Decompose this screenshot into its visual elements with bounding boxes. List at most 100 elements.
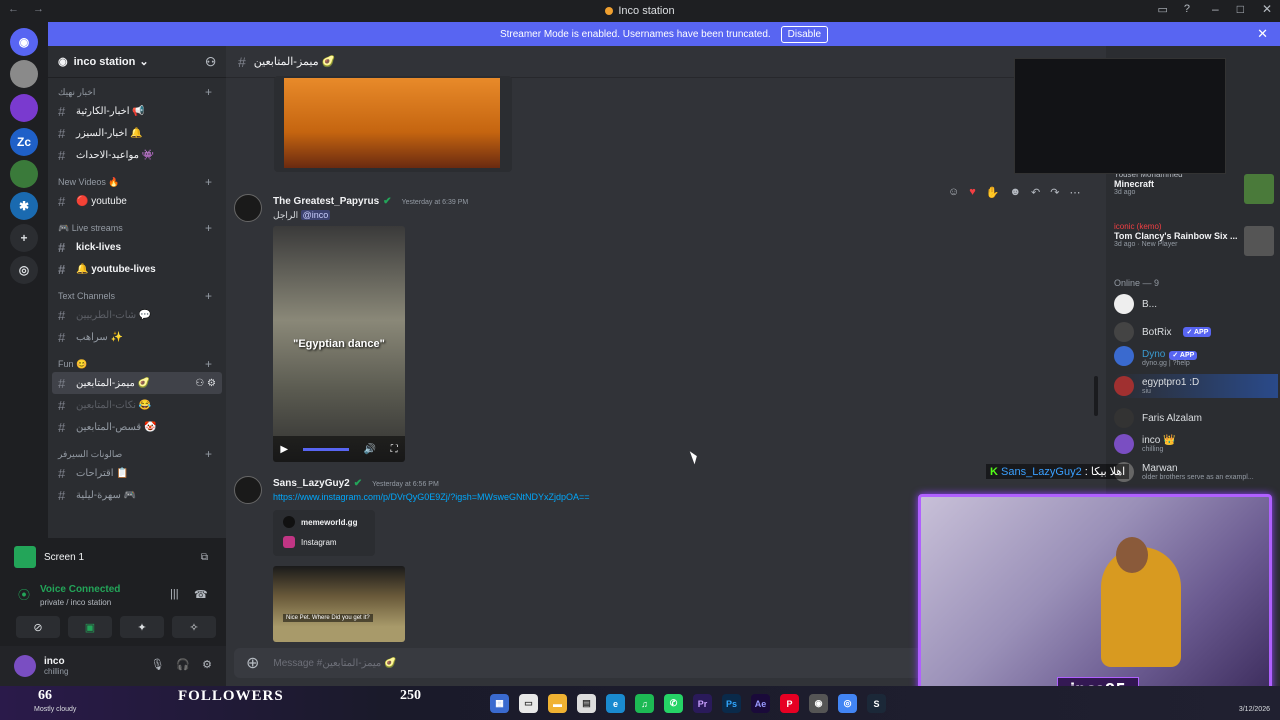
spotify-icon[interactable]: ♫ xyxy=(635,694,654,713)
embed-image[interactable] xyxy=(284,78,500,168)
member-item[interactable]: B... xyxy=(1114,292,1278,316)
minimize-icon[interactable]: – xyxy=(1212,2,1219,16)
category-header[interactable]: صالونات السيرفر + xyxy=(48,446,226,462)
channel-item[interactable]: # سراهب ✨ xyxy=(52,326,222,348)
member-item[interactable]: BotRix ✓ APP xyxy=(1114,320,1278,344)
steam-icon[interactable]: S xyxy=(867,694,886,713)
add-channel-icon[interactable]: + xyxy=(205,221,212,235)
category-header[interactable]: اخبار نهيك + xyxy=(48,84,226,100)
more-icon[interactable]: ⋯ xyxy=(1069,186,1080,199)
reply-icon[interactable]: ↶ xyxy=(1031,186,1040,199)
channel-item[interactable]: # مواعيد-الاحداث 👾 xyxy=(52,144,222,166)
whatsapp-icon[interactable]: ✆ xyxy=(664,694,683,713)
windows-start-icon[interactable]: ▦ xyxy=(490,694,509,713)
help-icon[interactable]: ? xyxy=(1184,3,1190,16)
user-panel[interactable]: inco chilling 🎙 🎧 ⚙ xyxy=(0,646,226,686)
member-item[interactable]: Faris Alzalam xyxy=(1114,406,1278,430)
home-icon[interactable]: ◉ xyxy=(10,28,38,56)
camera-off-icon[interactable]: ⊘ xyxy=(16,616,60,638)
member-item[interactable]: Dyno ✓ APP dyno.gg | ?help xyxy=(1114,344,1278,368)
add-channel-icon[interactable]: + xyxy=(205,447,212,461)
invite-icon[interactable]: ⚇ xyxy=(205,55,216,69)
channel-item-active[interactable]: # ميمز-المتابعين 🥑 ⚇ ⚙ xyxy=(52,372,222,394)
close-window-icon[interactable]: ✕ xyxy=(1262,2,1272,16)
channel-item[interactable]: # اخبار-الكارثية 📢 xyxy=(52,100,222,122)
disconnect-icon[interactable]: ☎ xyxy=(194,588,208,601)
premiere-icon[interactable]: Pr xyxy=(693,694,712,713)
image-embed[interactable] xyxy=(274,76,512,172)
fullscreen-icon[interactable]: ⛶ xyxy=(391,444,398,455)
video-player[interactable]: "Egyptian dance" ▶ 🔊 ⛶ xyxy=(273,226,405,462)
back-icon[interactable]: ← xyxy=(8,3,19,15)
thumbs-icon[interactable]: ✋ xyxy=(986,186,1000,199)
add-channel-icon[interactable]: + xyxy=(205,175,212,189)
scrollbar[interactable] xyxy=(1094,376,1098,416)
add-reaction-icon[interactable]: ☻ xyxy=(1009,186,1021,199)
channel-item[interactable]: # kick-lives xyxy=(52,236,222,258)
channel-item[interactable]: # 🔴 youtube xyxy=(52,190,222,212)
author-name[interactable]: Sans_LazyGuy2 xyxy=(273,478,350,489)
embed-thumbnail[interactable]: Nice Pet. Where Did you get it? xyxy=(273,566,405,642)
chrome-icon[interactable]: ◎ xyxy=(838,694,857,713)
user-mention[interactable]: @inco xyxy=(300,210,331,220)
member-item[interactable]: inco 👑 chilling xyxy=(1114,432,1278,456)
activity-card[interactable]: iconic (kemo) Tom Clancy's Rainbow Six .… xyxy=(1114,222,1274,256)
server-icon[interactable] xyxy=(10,60,38,88)
progress-bar[interactable] xyxy=(302,447,349,451)
files-icon[interactable]: ▭ xyxy=(519,694,538,713)
guild-header[interactable]: ◉ inco station ⌄ ⚇ xyxy=(48,46,226,78)
heart-icon[interactable]: ♥ xyxy=(969,186,976,199)
member-item[interactable]: Marwan older brothers serve as an exampl.… xyxy=(1114,460,1278,484)
add-channel-icon[interactable]: + xyxy=(205,357,212,371)
add-channel-icon[interactable]: + xyxy=(205,85,212,99)
channel-settings-icon[interactable]: ⚇ ⚙ xyxy=(195,378,216,389)
forward-icon[interactable]: → xyxy=(33,3,44,15)
close-banner-icon[interactable]: ✕ xyxy=(1257,26,1268,42)
add-server-icon[interactable]: + xyxy=(10,224,38,252)
channel-item[interactable]: # سهرة-ليلية 🎮 xyxy=(52,484,222,506)
headphones-icon[interactable]: 🎧 xyxy=(176,658,190,671)
reaction-icon[interactable]: ☺ xyxy=(948,186,959,199)
pinterest-icon[interactable]: P xyxy=(780,694,799,713)
add-channel-icon[interactable]: + xyxy=(205,289,212,303)
category-header[interactable]: Fun 😊 + xyxy=(48,356,226,372)
edge-icon[interactable]: e xyxy=(606,694,625,713)
activities-icon[interactable]: ✦ xyxy=(120,616,164,638)
channel-item[interactable]: # اخبار-السيزر 🔔 xyxy=(52,122,222,144)
photoshop-icon[interactable]: Ps xyxy=(722,694,741,713)
avatar[interactable] xyxy=(234,476,262,504)
disable-button[interactable]: Disable xyxy=(780,25,829,43)
channel-item[interactable]: # قسص-المتابعين 🤡 xyxy=(52,416,222,438)
discover-icon[interactable]: ◎ xyxy=(10,256,38,284)
obs-icon[interactable]: ◉ xyxy=(809,694,828,713)
message-link[interactable]: https://www.instagram.com/p/DVrQyG0E9Zj/… xyxy=(273,492,590,502)
server-icon[interactable] xyxy=(10,94,38,122)
microphone-icon[interactable]: 🎙 xyxy=(150,658,164,671)
channel-item[interactable]: # اقتراحات 📋 xyxy=(52,462,222,484)
avatar[interactable] xyxy=(234,194,262,222)
gear-icon[interactable]: ⚙ xyxy=(202,658,212,671)
noise-suppression-icon[interactable]: ||| xyxy=(170,588,179,600)
category-header[interactable]: 🎮 Live streams + xyxy=(48,220,226,236)
category-header[interactable]: New Videos 🔥 + xyxy=(48,174,226,190)
play-icon[interactable]: ▶ xyxy=(280,444,288,455)
link-embed[interactable]: memeworld.gg Instagram xyxy=(273,510,375,556)
author-name[interactable]: The Greatest_Papyrus xyxy=(273,196,379,207)
avatar[interactable] xyxy=(14,655,36,677)
server-icon[interactable]: ✱ xyxy=(10,192,38,220)
folder-icon[interactable]: ▬ xyxy=(548,694,567,713)
server-icon[interactable] xyxy=(10,160,38,188)
channel-item[interactable]: # نكات-المتابعين 😂 xyxy=(52,394,222,416)
channel-item[interactable]: # شات-الطربيين 💬 xyxy=(52,304,222,326)
forward-icon[interactable]: ↷ xyxy=(1050,186,1059,199)
window-controls[interactable]: – □ ✕ xyxy=(1212,2,1272,16)
after-effects-icon[interactable]: Ae xyxy=(751,694,770,713)
attach-icon[interactable]: ⊕ xyxy=(246,653,259,673)
category-header[interactable]: Text Channels + xyxy=(48,288,226,304)
signal-icon[interactable]: ⦿ xyxy=(18,586,30,603)
inbox-icon[interactable]: ▭ xyxy=(1157,3,1167,16)
volume-icon[interactable]: 🔊 xyxy=(363,444,375,455)
nav-arrows[interactable]: ← → xyxy=(8,3,44,15)
store-icon[interactable]: ▤ xyxy=(577,694,596,713)
popout-icon[interactable]: ⧉ xyxy=(201,552,208,563)
